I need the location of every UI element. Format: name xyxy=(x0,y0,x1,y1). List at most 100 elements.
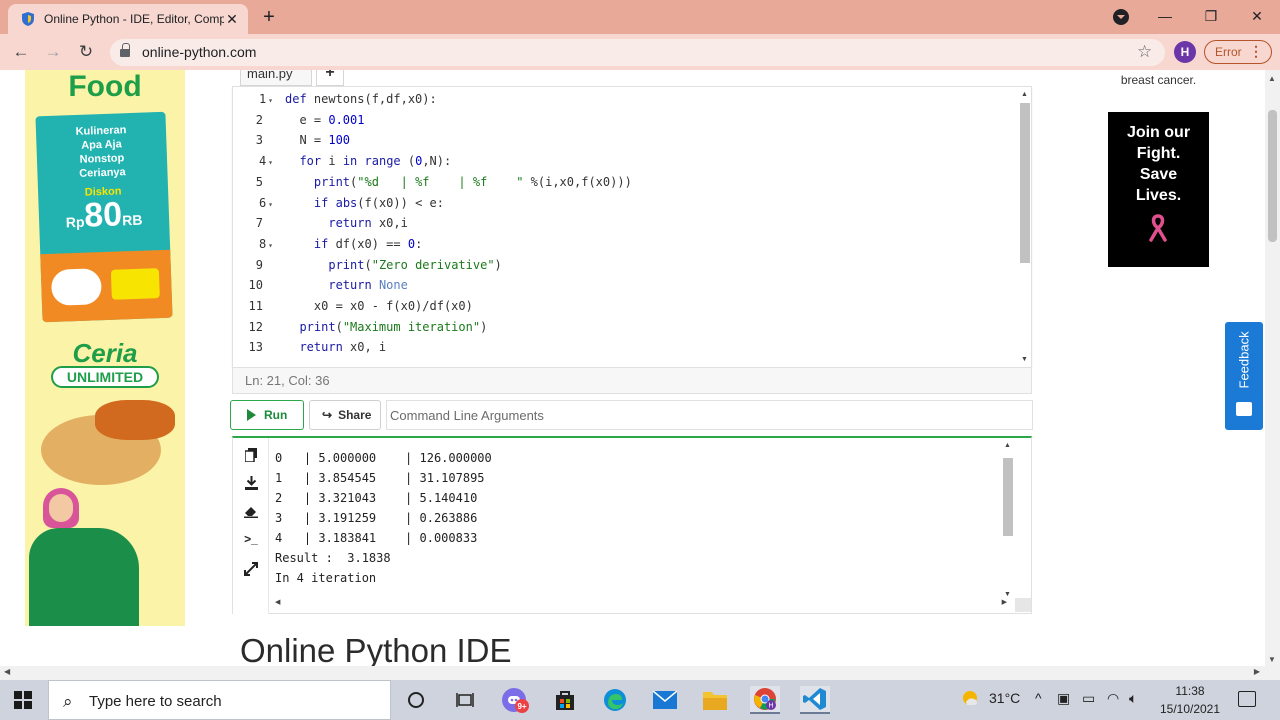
code-line[interactable]: for i in range (0,N): xyxy=(285,151,451,172)
console-output[interactable]: 0 | 5.000000 | 126.000000 1 | 3.854545 | … xyxy=(275,448,995,596)
code-area[interactable]: def newtons(f,df,x0): e = 0.001 N = 100 … xyxy=(285,87,1015,367)
show-hidden-icons-chevron-icon[interactable]: ^ xyxy=(1035,690,1042,706)
right-advertisement[interactable]: Join our Fight. Save Lives. xyxy=(1108,112,1209,267)
notification-center-icon[interactable] xyxy=(1238,691,1256,707)
ad-free-shipping-badge xyxy=(110,268,160,300)
ad-brand-word: Ceria xyxy=(72,338,138,368)
file-explorer-icon[interactable] xyxy=(700,686,730,714)
code-line[interactable]: print("Maximum iteration") xyxy=(285,317,487,338)
feedback-button[interactable]: Feedback xyxy=(1225,322,1263,430)
restore-button[interactable]: ❐ xyxy=(1198,5,1224,27)
terminal-icon[interactable]: >_ xyxy=(242,530,260,548)
file-tab-main[interactable]: main.py xyxy=(240,70,312,86)
page-scroll-up-icon[interactable]: ▲ xyxy=(1268,74,1276,83)
console-scroll-left-icon[interactable]: ◀ xyxy=(275,598,280,606)
browser-titlebar: Online Python - IDE, Editor, Comp ✕ + — … xyxy=(0,0,1280,34)
code-line[interactable]: def newtons(f,df,x0): xyxy=(285,89,437,110)
command-line-arguments-input[interactable] xyxy=(386,400,1033,430)
code-line[interactable]: x0 = x0 - f(x0)/df(x0) xyxy=(285,296,473,317)
volume-icon[interactable]: 🔈︎ xyxy=(1129,690,1137,707)
lock-icon[interactable] xyxy=(120,43,130,57)
security-tray-icon[interactable]: ▣ xyxy=(1057,690,1070,707)
console-output-line: 3 | 3.191259 | 0.263886 xyxy=(275,511,478,525)
scroll-up-arrow-icon[interactable]: ▲ xyxy=(1021,91,1028,98)
edge-browser-icon[interactable] xyxy=(600,686,630,714)
vscode-icon[interactable] xyxy=(800,686,830,714)
code-line[interactable]: e = 0.001 xyxy=(285,110,364,131)
tab-search-icon[interactable] xyxy=(1113,9,1129,25)
back-arrow-icon[interactable]: ← xyxy=(10,41,32,63)
line-number: 2 xyxy=(255,112,263,127)
right-ad-headline: Join our Fight. Save Lives. xyxy=(1108,122,1209,206)
chrome-icon[interactable]: H xyxy=(750,686,780,714)
windows-start-icon[interactable] xyxy=(14,691,32,709)
cortana-icon[interactable] xyxy=(401,686,431,714)
expand-icon[interactable] xyxy=(242,560,260,578)
tab-close-icon[interactable]: ✕ xyxy=(224,11,240,27)
code-line[interactable]: print("Zero derivative") xyxy=(285,255,501,276)
left-advertisement[interactable]: Food Kulineran Apa Aja Nonstop Cerianya … xyxy=(25,70,185,626)
fold-arrow-icon[interactable]: ▾ xyxy=(268,158,273,167)
battery-icon[interactable]: ▭ xyxy=(1082,690,1095,707)
page-scroll-thumb[interactable] xyxy=(1268,110,1277,242)
page-horizontal-scrollbar[interactable]: ◀ ▶ xyxy=(0,666,1280,680)
discord-icon[interactable]: 9+ xyxy=(500,686,530,714)
code-line[interactable]: return x0, i xyxy=(285,337,386,358)
fold-arrow-icon[interactable]: ▾ xyxy=(268,200,273,209)
code-editor[interactable]: 1 ▾ 2 3 4 ▾ 5 6 ▾ 7 8 ▾ 9 10 11 12 13 def newtons(f,df,x… xyxy=(232,86,1032,368)
weather-sun-icon[interactable] xyxy=(960,688,980,711)
bookmark-star-icon[interactable]: ☆ xyxy=(1137,42,1152,62)
scroll-down-arrow-icon[interactable]: ▼ xyxy=(1021,356,1028,363)
editor-scroll-thumb[interactable] xyxy=(1020,103,1030,263)
code-line[interactable]: if df(x0) == 0: xyxy=(285,234,422,255)
close-window-button[interactable]: ✕ xyxy=(1244,5,1270,27)
page-scroll-right-icon[interactable]: ▶ xyxy=(1254,667,1260,676)
fold-arrow-icon[interactable]: ▾ xyxy=(268,241,273,250)
code-line[interactable]: N = 100 xyxy=(285,130,350,151)
profile-avatar[interactable]: H xyxy=(1174,41,1196,63)
add-file-button[interactable]: + xyxy=(316,70,344,86)
page-scroll-left-icon[interactable]: ◀ xyxy=(4,667,10,676)
code-line[interactable]: if abs(f(x0)) < e: xyxy=(285,193,444,214)
microsoft-store-icon[interactable] xyxy=(550,686,580,714)
eraser-icon[interactable] xyxy=(242,502,260,520)
code-line[interactable]: print("%d | %f | %f " %(i,x0,f(x0))) xyxy=(285,172,632,193)
console-scroll-thumb[interactable] xyxy=(1003,458,1013,536)
page-scrollbar[interactable]: ▲ ▼ xyxy=(1265,70,1280,666)
taskbar-clock[interactable]: 11:38 15/10/2021 xyxy=(1150,682,1230,718)
run-button[interactable]: Run xyxy=(230,400,304,430)
task-view-icon[interactable] xyxy=(450,686,480,714)
new-tab-button[interactable]: + xyxy=(258,6,280,28)
taskbar-search-box[interactable]: ⌕ Type here to search xyxy=(48,680,391,720)
ad-promo-card: Kulineran Apa Aja Nonstop Cerianya Disko… xyxy=(35,111,173,323)
share-button[interactable]: ↪ Share xyxy=(309,400,381,430)
address-bar[interactable]: online-python.com ☆ xyxy=(110,39,1165,66)
console-scroll-right-icon[interactable]: ▶ xyxy=(1002,598,1007,606)
reload-icon[interactable]: ↻ xyxy=(75,41,97,63)
right-ad-line: Join our xyxy=(1126,124,1191,141)
forward-arrow-icon[interactable]: → xyxy=(42,41,64,63)
line-number: 12 xyxy=(248,319,263,334)
error-button[interactable]: Error ⋮ xyxy=(1204,40,1272,64)
temperature-text[interactable]: 31°C xyxy=(989,690,1020,706)
copy-icon[interactable] xyxy=(242,446,260,464)
fold-arrow-icon[interactable]: ▾ xyxy=(268,96,273,105)
browser-tab[interactable]: Online Python - IDE, Editor, Comp ✕ xyxy=(8,4,248,34)
shield-favicon-icon xyxy=(22,12,34,26)
minimize-button[interactable]: — xyxy=(1152,5,1178,27)
console-scroll-up-icon[interactable]: ▲ xyxy=(1004,442,1011,449)
console-toolbar: >_ xyxy=(233,438,269,614)
editor-scrollbar[interactable]: ▲ ▼ xyxy=(1019,91,1031,363)
output-console[interactable]: >_ 0 | 5.000000 | 126.000000 1 | 3.854545… xyxy=(232,436,1032,614)
code-line[interactable]: return None xyxy=(285,275,408,296)
code-line[interactable]: return x0,i xyxy=(285,213,407,234)
console-scrollbar[interactable]: ▲ ▼ xyxy=(1002,442,1014,598)
download-icon[interactable] xyxy=(242,474,260,492)
mail-icon[interactable] xyxy=(650,686,680,714)
page-scroll-down-icon[interactable]: ▼ xyxy=(1268,655,1276,664)
console-horizontal-scrollbar[interactable]: ◀ ▶ xyxy=(271,598,1011,612)
console-scroll-down-icon[interactable]: ▼ xyxy=(1004,591,1011,598)
ad-currency-suffix: RB xyxy=(121,211,143,229)
wifi-icon[interactable]: ◠ xyxy=(1107,690,1119,707)
console-scroll-corner xyxy=(1015,598,1031,612)
